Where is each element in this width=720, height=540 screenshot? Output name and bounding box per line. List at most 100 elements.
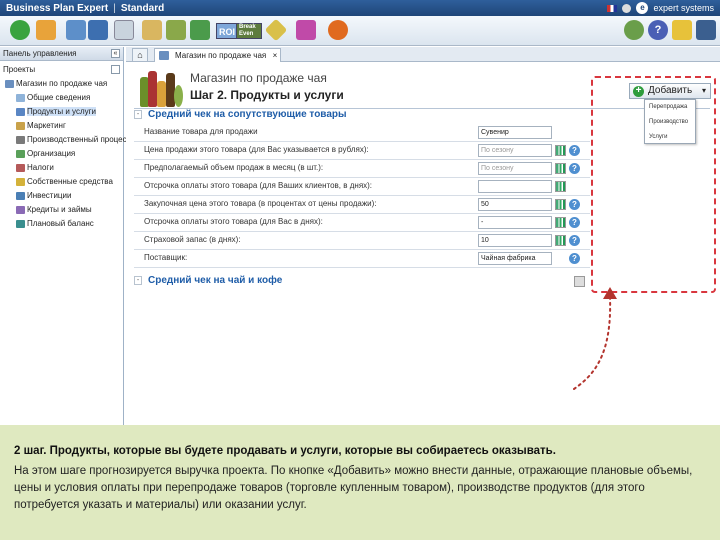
input-group: 10 ? — [478, 232, 586, 250]
document-icon[interactable] — [36, 20, 56, 40]
field-label: Предполагаемый объем продаж в месяц (в ш… — [144, 163, 324, 172]
tree-item-balance[interactable]: Плановый баланс — [0, 217, 123, 231]
tree-item-label: Кредиты и займы — [27, 205, 92, 214]
globe-icon[interactable] — [622, 3, 632, 13]
chart-icon[interactable] — [555, 163, 566, 174]
add-icon[interactable] — [10, 20, 30, 40]
help-icon[interactable]: ? — [569, 217, 580, 228]
tree-item-general-info[interactable]: Общие сведения — [0, 91, 123, 105]
tree-item-project[interactable]: Магазин по продаже чая — [0, 77, 123, 91]
field-label: Отсрочка оплаты этого товара (для Ваших … — [144, 181, 373, 190]
client-deferral-field[interactable] — [478, 180, 552, 193]
play-icon[interactable] — [328, 20, 348, 40]
product-name-field[interactable]: Сувенир — [478, 126, 552, 139]
volume-field[interactable]: По сезону — [478, 162, 552, 175]
chart-icon[interactable] — [555, 181, 566, 192]
collapse-toggle-icon[interactable]: - — [134, 276, 142, 285]
tree-collapse-icon[interactable] — [111, 65, 120, 74]
bottle-shape — [148, 71, 157, 107]
balance-icon — [16, 219, 25, 228]
export-icon[interactable] — [190, 20, 210, 40]
chevron-down-icon: ▾ — [701, 86, 706, 95]
help-icon[interactable]: ? — [569, 253, 580, 264]
tea-bottles-icon — [140, 69, 184, 107]
tree-item-label: Организация — [27, 149, 76, 158]
cube-icon[interactable] — [296, 20, 316, 40]
chart-icon[interactable] — [555, 235, 566, 246]
menu-item-services[interactable]: Услуги — [645, 130, 695, 145]
explanation-panel: 2 шаг. Продукты, которые вы будете прода… — [0, 425, 720, 540]
field-label: Закупочная цена этого товара (в процента… — [144, 199, 377, 208]
chart-icon[interactable] — [555, 145, 566, 156]
exit-icon[interactable] — [696, 20, 716, 40]
delete-icon[interactable] — [114, 20, 134, 40]
info-icon — [16, 93, 25, 102]
collapse-panel-icon[interactable]: « — [111, 49, 120, 58]
chart-icon[interactable] — [555, 217, 566, 228]
tab-project[interactable]: Магазин по продаже чая × — [154, 48, 282, 62]
add-dropdown-menu: Перепродажа Производство Услуги — [644, 99, 696, 144]
tree-item-production[interactable]: Производственный процесс — [0, 133, 131, 147]
arrow-path — [573, 296, 612, 390]
tree-item-investments[interactable]: Инвестиции — [0, 189, 123, 203]
tree-item-taxes[interactable]: Налоги — [0, 161, 123, 175]
scales-icon[interactable] — [142, 20, 162, 40]
tree-item-marketing[interactable]: Маркетинг — [0, 119, 123, 133]
tree-item-projects[interactable]: Проекты — [0, 63, 123, 77]
menu-item-production[interactable]: Производство — [645, 115, 695, 130]
marketing-icon — [16, 121, 25, 130]
roi-icon[interactable]: ROI — [216, 23, 239, 39]
help-icon[interactable]: ? — [569, 235, 580, 246]
purchase-price-field[interactable]: 50 — [478, 198, 552, 211]
save-icon[interactable] — [88, 20, 108, 40]
explanation-title: 2 шаг. Продукты, которые вы будете прода… — [14, 445, 556, 457]
input-group: По сезону ? — [478, 160, 586, 178]
tree-item-label: Маркетинг — [27, 121, 66, 130]
tree-item-label: Производственный процесс — [27, 135, 131, 144]
help-icon[interactable]: ? — [569, 145, 580, 156]
stats-icon[interactable] — [264, 18, 288, 42]
field-label: Страховой запас (в днях): — [144, 235, 241, 244]
title-separator: | — [113, 2, 116, 14]
safety-stock-field[interactable]: 10 — [478, 234, 552, 247]
home-tab-icon[interactable]: ⌂ — [132, 48, 148, 61]
tree-item-organization[interactable]: Организация — [0, 147, 123, 161]
edit-icon[interactable] — [672, 20, 692, 40]
expert-systems-logo-icon: e — [636, 2, 649, 14]
tree-item-label: Собственные средства — [27, 177, 113, 186]
users-icon[interactable] — [624, 20, 644, 40]
close-tab-icon[interactable]: × — [273, 49, 278, 62]
help-icon[interactable]: ? — [648, 20, 668, 40]
money-bag-icon[interactable] — [166, 20, 186, 40]
folder-icon — [5, 79, 14, 88]
add-button[interactable]: + Добавить ▾ — [629, 83, 711, 99]
section-title: Средний чек на сопутствующие товары — [148, 109, 347, 120]
coins-icon — [16, 177, 25, 186]
section-title: Средний чек на чай и кофе — [148, 275, 283, 286]
break-even-icon[interactable]: Break Even — [236, 23, 262, 39]
page-subtitle: Шаг 2. Продукты и услуги — [190, 88, 344, 102]
chart-icon[interactable] — [555, 199, 566, 210]
help-icon[interactable]: ? — [569, 199, 580, 210]
add-button-label: Добавить — [648, 85, 693, 96]
gear-icon — [16, 135, 25, 144]
field-label: Цена продажи этого товара (для Вас указы… — [144, 145, 369, 154]
section-accessories[interactable]: - Средний чек на сопутствующие товары — [134, 107, 594, 123]
help-icon[interactable]: ? — [569, 163, 580, 174]
panel-title: Панель управления — [3, 49, 77, 58]
bottle-shape — [157, 81, 166, 107]
tree-item-label: Продукты и услуги — [27, 107, 97, 116]
price-field[interactable]: По сезону — [478, 144, 552, 157]
supplier-deferral-field[interactable]: - — [478, 216, 552, 229]
tree-item-products[interactable]: Продукты и услуги — [0, 105, 123, 119]
menu-item-resale[interactable]: Перепродажа — [645, 100, 695, 115]
tab-label: Магазин по продаже чая — [175, 51, 267, 60]
collapse-toggle-icon[interactable]: - — [134, 110, 142, 119]
supplier-field[interactable]: Чайная фабрика — [478, 252, 552, 265]
tree-item-equity[interactable]: Собственные средства — [0, 175, 123, 189]
copy-icon[interactable] — [66, 20, 86, 40]
uk-flag-icon[interactable] — [607, 4, 618, 12]
tree-item-loans[interactable]: Кредиты и займы — [0, 203, 123, 217]
arrow-head — [603, 287, 617, 299]
input-group: Сувенир — [478, 124, 586, 142]
